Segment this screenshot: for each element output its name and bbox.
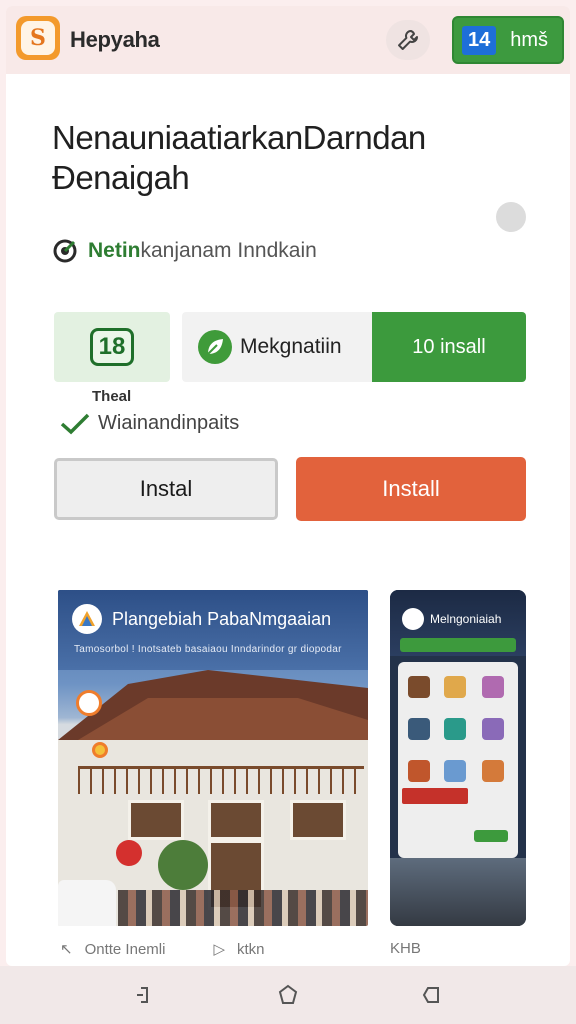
thumb-icon — [408, 760, 430, 782]
leaf-icon — [198, 330, 232, 364]
house-roof — [58, 670, 368, 740]
subtitle-row: Netin kanjanam Inndkain — [52, 238, 317, 264]
thumb-icon — [408, 718, 430, 740]
thumb-icon — [482, 718, 504, 740]
screenshot-2-caption: KHB — [390, 940, 421, 957]
home-nav-icon[interactable] — [276, 983, 300, 1007]
sign-icon — [116, 840, 142, 866]
check-icon — [60, 413, 90, 434]
map-pin-icon — [92, 742, 108, 758]
wrench-icon — [398, 30, 418, 50]
window — [290, 800, 346, 840]
balcony — [78, 766, 364, 794]
system-nav-bar — [0, 966, 576, 1024]
map-pin-icon — [76, 690, 102, 716]
badge-label: hmš — [510, 28, 549, 51]
thumb-icon — [408, 676, 430, 698]
screenshot-1-header — [58, 590, 368, 670]
window — [208, 800, 264, 840]
car — [58, 880, 116, 926]
crowd — [118, 890, 368, 926]
subtitle-text: kanjanam Inndkain — [140, 239, 317, 262]
caption-arrow-icon: ↖ — [60, 941, 73, 958]
rating-box: 18 — [54, 312, 170, 382]
screenshot-2-bar — [400, 638, 516, 652]
instal-button[interactable]: Instal — [54, 458, 278, 520]
thumb-icon — [482, 760, 504, 782]
screenshot-2-card — [398, 662, 518, 858]
screenshot-2-button — [474, 830, 508, 842]
screenshot-2-footer — [390, 858, 526, 926]
thumb-icon — [444, 676, 466, 698]
more-dot-icon[interactable] — [496, 202, 526, 232]
rating-label: Theal — [92, 388, 132, 405]
caption-text: Ontte Inemli — [84, 940, 166, 958]
install-button[interactable]: Install — [296, 457, 526, 521]
screenshot-1-subtitle: Tamosorbol ! Inotsateb basaiaou Inndarin… — [74, 644, 342, 655]
back-nav-icon[interactable] — [132, 983, 156, 1007]
wrench-button[interactable] — [386, 20, 430, 60]
screenshot-1-title: Plangebiah PabaNmgaaian — [112, 609, 332, 629]
target-icon — [53, 239, 77, 263]
installs-badge: 10 insall — [372, 312, 526, 382]
tree — [158, 840, 208, 890]
app-logo-icon[interactable]: S — [16, 16, 60, 60]
screen: S Hepyaha 14 hmš NenauniaatiarkanDarndan… — [0, 0, 576, 1024]
screenshot-2[interactable]: Melngoniaiah — [390, 590, 526, 926]
thumb-icon — [444, 760, 466, 782]
verified-row: Wiainandinpaits — [60, 412, 239, 435]
play-icon: ▷ — [213, 941, 225, 958]
top-app-bar: S Hepyaha 14 hmš — [6, 6, 570, 74]
screenshot-1[interactable]: Plangebiah PabaNmgaaian Tamosorbol ! Ino… — [58, 590, 368, 926]
recents-nav-icon[interactable] — [420, 983, 444, 1007]
screenshot-2-title: Melngoniaiah — [430, 612, 502, 626]
subtitle-highlight: Netin — [88, 239, 141, 262]
badge-button[interactable]: 14 hmš — [452, 16, 564, 64]
screenshot-1-caption: ↖ Ontte Inemli ▷ ktkn — [60, 940, 265, 959]
screenshot-2-red-strip — [402, 788, 468, 804]
rating-value: 18 — [89, 328, 135, 366]
developer-name: Mekgnatiin — [240, 335, 342, 358]
badge-number: 14 — [462, 25, 497, 55]
verified-text: Wiainandinpaits — [98, 412, 240, 434]
page-title: NenauniaatiarkanDarndan Ðenaigah — [52, 119, 426, 196]
developer-chip[interactable]: Mekgnatiin — [182, 312, 372, 382]
app-frame: S Hepyaha 14 hmš NenauniaatiarkanDarndan… — [6, 6, 570, 966]
screenshot-2-logo-icon — [402, 608, 424, 630]
thumb-icon — [444, 718, 466, 740]
thumb-icon — [482, 676, 504, 698]
window — [128, 800, 184, 840]
screenshot-1-logo-icon — [72, 604, 102, 634]
caption-text: ktkn — [237, 940, 265, 958]
app-title: Hepyaha — [70, 27, 160, 52]
